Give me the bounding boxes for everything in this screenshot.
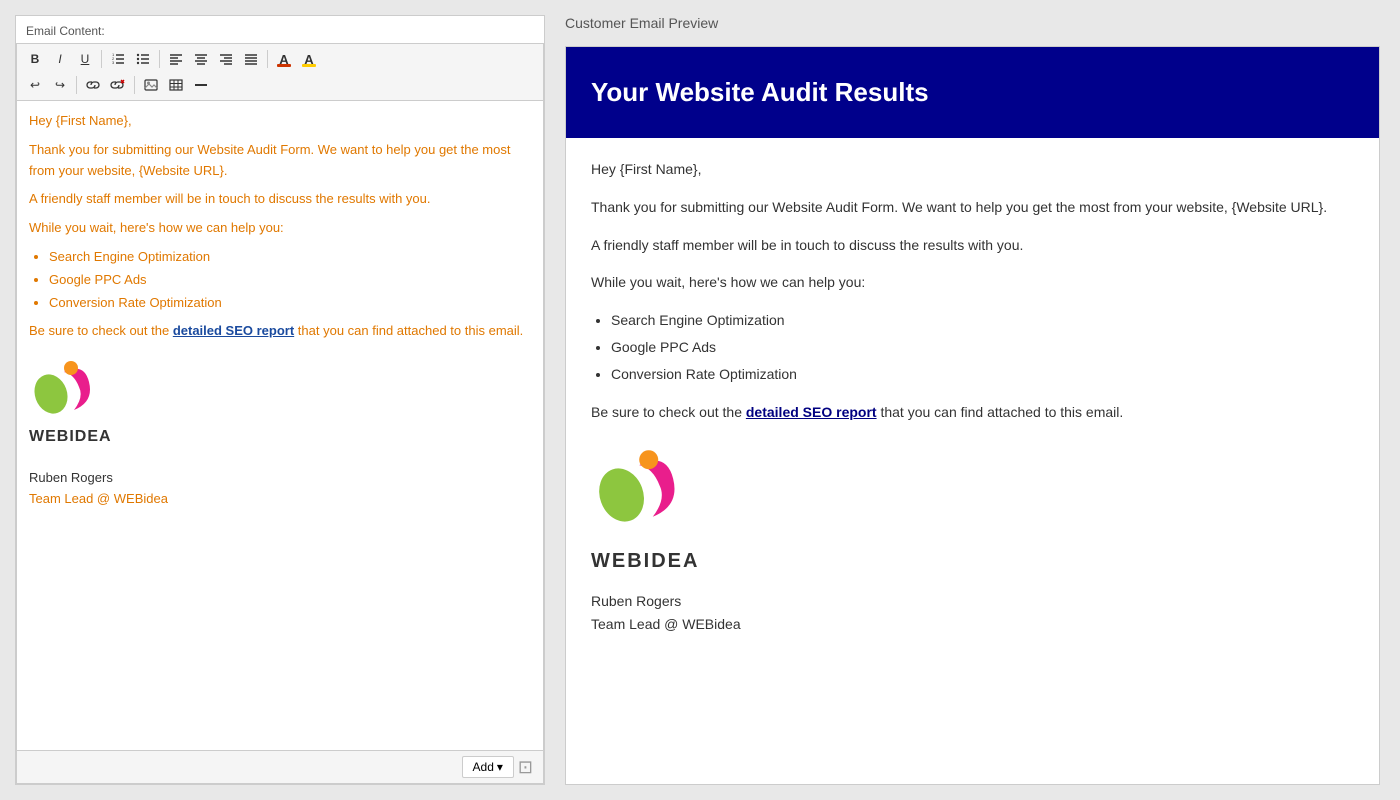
preview-label: Customer Email Preview [565,15,1380,31]
redo-button[interactable]: ↪ [48,74,72,96]
preview-logo-area: WEBIDEA [591,438,1354,578]
add-dropdown-icon: ▾ [497,760,503,774]
greeting-text: Hey {First Name}, [29,113,132,128]
bg-color-button[interactable]: A [297,48,321,70]
preview-signature-name: Ruben Rogers [591,590,1354,612]
webidea-logo-graphic [29,352,109,422]
email-preview-title: Your Website Audit Results [591,77,1354,108]
toolbar-sep-1 [101,50,102,68]
preview-logo-text: WEBIDEA [591,544,1354,578]
preview-para3: While you wait, here's how we can help y… [591,271,1354,295]
editor-logo: WEBIDEA [29,352,531,458]
ordered-list-button[interactable]: 123 [106,48,130,70]
preview-signature-title: Team Lead @ WEBidea [591,613,1354,635]
resize-handle[interactable]: ⊡ [518,757,533,778]
email-preview-header: Your Website Audit Results [566,47,1379,138]
italic-button[interactable]: I [48,48,72,70]
para4-prefix: Be sure to check out the [29,323,173,338]
remove-link-button[interactable] [106,74,130,96]
list-item-3: Conversion Rate Optimization [49,293,531,314]
editor-logo-text: WEBIDEA [29,424,112,450]
para2-text: A friendly staff member will be in touch… [29,191,431,206]
align-right-button[interactable] [214,48,238,70]
preview-service-list: Search Engine Optimization Google PPC Ad… [611,309,1354,386]
editor-toolbar: B I U 123 A [16,43,544,100]
bold-button[interactable]: B [23,48,47,70]
preview-para4: Be sure to check out the detailed SEO re… [591,401,1354,425]
signature-name: Ruben Rogers [29,468,531,489]
editor-logo-area: WEBIDEA [29,352,531,458]
para4-suffix: that you can find attached to this email… [294,323,523,338]
toolbar-sep-3 [267,50,268,68]
toolbar-sep-5 [134,76,135,94]
align-center-button[interactable] [189,48,213,70]
preview-logo-graphic [591,438,701,533]
email-preview-container: Your Website Audit Results Hey {First Na… [565,46,1380,785]
font-color-button[interactable]: A [272,48,296,70]
seo-report-link[interactable]: detailed SEO report [173,323,294,338]
preview-signature: Ruben Rogers Team Lead @ WEBidea [591,590,1354,635]
list-item-2: Google PPC Ads [49,270,531,291]
toolbar-sep-2 [159,50,160,68]
email-preview-panel: Customer Email Preview Your Website Audi… [545,0,1400,800]
svg-text:3: 3 [112,60,115,65]
editor-body: Hey {First Name}, Thank you for submitti… [29,111,531,509]
email-preview-body: Hey {First Name}, Thank you for submitti… [566,138,1379,655]
insert-link-button[interactable] [81,74,105,96]
undo-button[interactable]: ↩ [23,74,47,96]
preview-seo-link[interactable]: detailed SEO report [746,404,877,420]
align-justify-button[interactable] [239,48,263,70]
add-button[interactable]: Add ▾ [462,756,514,778]
preview-greeting: Hey {First Name}, [591,158,1354,182]
para1-text: Thank you for submitting our Website Aud… [29,142,510,178]
preview-para1: Thank you for submitting our Website Aud… [591,196,1354,220]
editor-content-area[interactable]: Hey {First Name}, Thank you for submitti… [16,100,544,751]
service-list: Search Engine Optimization Google PPC Ad… [49,247,531,313]
email-editor-panel: Email Content: B I U 123 [15,15,545,785]
email-content-label: Email Content: [16,16,544,43]
list-item-1: Search Engine Optimization [49,247,531,268]
align-left-button[interactable] [164,48,188,70]
preview-list-item-1: Search Engine Optimization [611,309,1354,333]
para3-text: While you wait, here's how we can help y… [29,220,284,235]
unordered-list-button[interactable] [131,48,155,70]
insert-table-button[interactable] [164,74,188,96]
horizontal-rule-button[interactable] [189,74,213,96]
preview-list-item-2: Google PPC Ads [611,336,1354,360]
preview-list-item-3: Conversion Rate Optimization [611,363,1354,387]
signature-title: Team Lead @ WEBidea [29,491,168,506]
editor-footer: Add ▾ ⊡ [16,751,544,784]
underline-button[interactable]: U [73,48,97,70]
preview-para2: A friendly staff member will be in touch… [591,234,1354,258]
toolbar-sep-4 [76,76,77,94]
insert-image-button[interactable] [139,74,163,96]
